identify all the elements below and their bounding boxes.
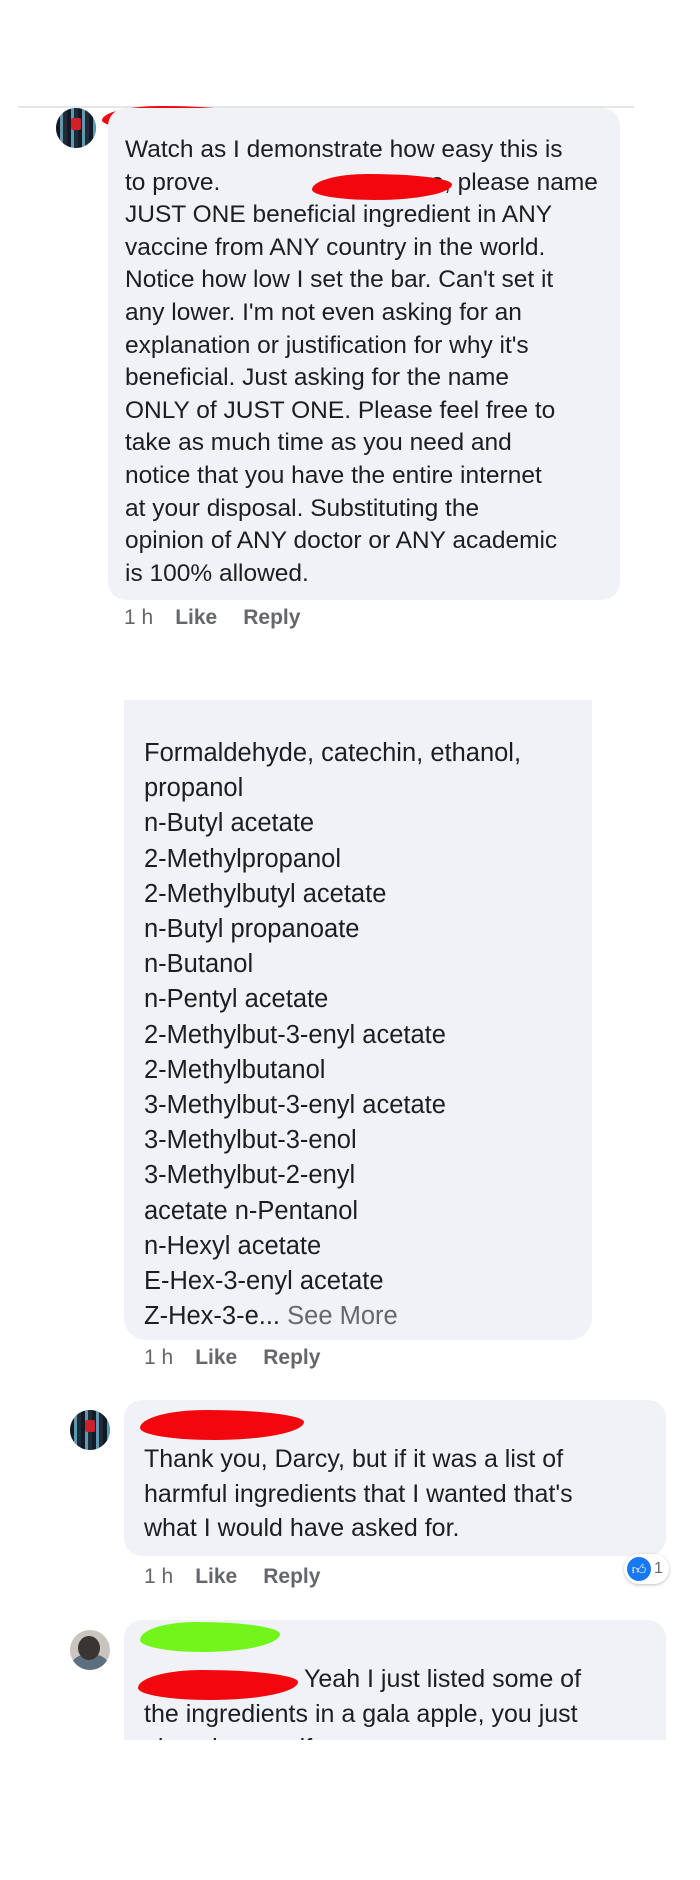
comment-timestamp[interactable]: 1 h [144, 1565, 173, 1588]
comment-text-line: what I would have asked for. [144, 1514, 460, 1543]
comment-text-line: at your disposal. Substituting the [125, 494, 480, 522]
comment-timestamp[interactable]: 1 h [144, 1346, 173, 1369]
comment-text-line: Thank you, Darcy, but if it was a list o… [144, 1445, 564, 1473]
ingredient-line: n-Pentyl acetate [144, 985, 329, 1014]
ingredient-line: 3-Methylbut-3-enol [144, 1126, 357, 1155]
ingredient-line: n-Butanol [144, 950, 254, 979]
commenter-avatar[interactable] [56, 108, 96, 148]
avatar-detail [71, 118, 81, 130]
comment-text-line: notice that you have the entire internet [125, 461, 542, 489]
comment-actions: 1 h Like Reply [144, 1346, 346, 1370]
ingredient-line: 3-Methylbut-3-enyl acetate [144, 1091, 446, 1120]
ingredient-line: 2-Methylbutanol [144, 1055, 326, 1084]
see-more-link[interactable]: See More [287, 1302, 398, 1330]
reply-link[interactable]: Reply [263, 1346, 320, 1369]
ingredient-line: n-Butyl propanoate [144, 915, 360, 944]
comment-actions: 1 h Like Reply [124, 606, 326, 630]
comment-text-line: Notice how low I set the bar. Can't set … [125, 266, 554, 294]
truncated-text: Z-Hex-3-e... [144, 1302, 281, 1331]
comment-text-line: take as much time as you need and [125, 429, 512, 457]
ingredient-line: 2-Methylpropanol [144, 844, 342, 873]
reaction-count-badge[interactable]: 👍︎ 1 [624, 1554, 669, 1584]
ingredient-line: n-Hexyl acetate [144, 1231, 322, 1260]
comment-actions: 1 h Like Reply [144, 1565, 346, 1589]
comment-text-line: JUST ONE beneficial ingredient in ANY [125, 201, 553, 229]
comment-text-line: ONLY of JUST ONE. Please feel free to [125, 396, 556, 424]
avatar-detail [85, 1420, 95, 1432]
commenter-avatar[interactable] [70, 1630, 110, 1670]
reply-link[interactable]: Reply [243, 606, 300, 629]
ingredient-line: n-Butyl acetate [144, 809, 315, 838]
comment-text-line: the ingredients in a gala apple, you jus… [144, 1699, 578, 1728]
like-link[interactable]: Like [175, 606, 217, 629]
comment-text-line: explanation or justification for why it'… [125, 331, 529, 359]
comment-text-line: opinion of ANY doctor or ANY academic [125, 527, 558, 555]
comment-text-line: beneficial. Just asking for the name [125, 364, 510, 392]
comment-text-line: vaccine from ANY country in the world. [125, 233, 546, 261]
ingredient-line: 2-Methylbut-3-enyl acetate [144, 1020, 446, 1049]
ingredient-line: 3-Methylbut-2-enyl [144, 1161, 356, 1190]
reply-link[interactable]: Reply [263, 1565, 320, 1588]
reaction-count: 1 [654, 1560, 663, 1577]
screenshot-crop-edge [0, 1740, 700, 1880]
comment-text-segment: e, please name [430, 168, 598, 196]
comment-text-line: harmful ingredients that I wanted that's [144, 1479, 573, 1508]
comment-text-segment: to prove. [125, 168, 221, 196]
comment-timestamp[interactable]: 1 h [124, 606, 153, 629]
like-icon: 👍︎ [627, 1557, 651, 1581]
ingredient-line: propanol [144, 774, 244, 803]
ingredient-line: E-Hex-3-enyl acetate [144, 1267, 384, 1296]
comment-text-segment: Yeah I just listed some of [304, 1665, 582, 1693]
ingredient-line: 2-Methylbutyl acetate [144, 879, 387, 908]
comment-text-line: any lower. I'm not even asking for an [125, 298, 522, 326]
comment-text-line: Watch as I demonstrate how easy this is [125, 136, 563, 163]
avatar-image [78, 1636, 100, 1660]
ingredient-line: acetate n-Pentanol [144, 1196, 359, 1225]
comment-text-line: is 100% allowed. [125, 559, 309, 587]
commenter-avatar[interactable] [70, 1410, 110, 1450]
ingredient-line: Z-Hex-3-e... See More [144, 1299, 592, 1334]
like-link[interactable]: Like [195, 1346, 237, 1369]
reply-bubble: Formaldehyde, catechin, ethanol, propano… [124, 700, 592, 1340]
like-link[interactable]: Like [195, 1565, 237, 1588]
ingredient-line: Formaldehyde, catechin, ethanol, [144, 739, 522, 767]
